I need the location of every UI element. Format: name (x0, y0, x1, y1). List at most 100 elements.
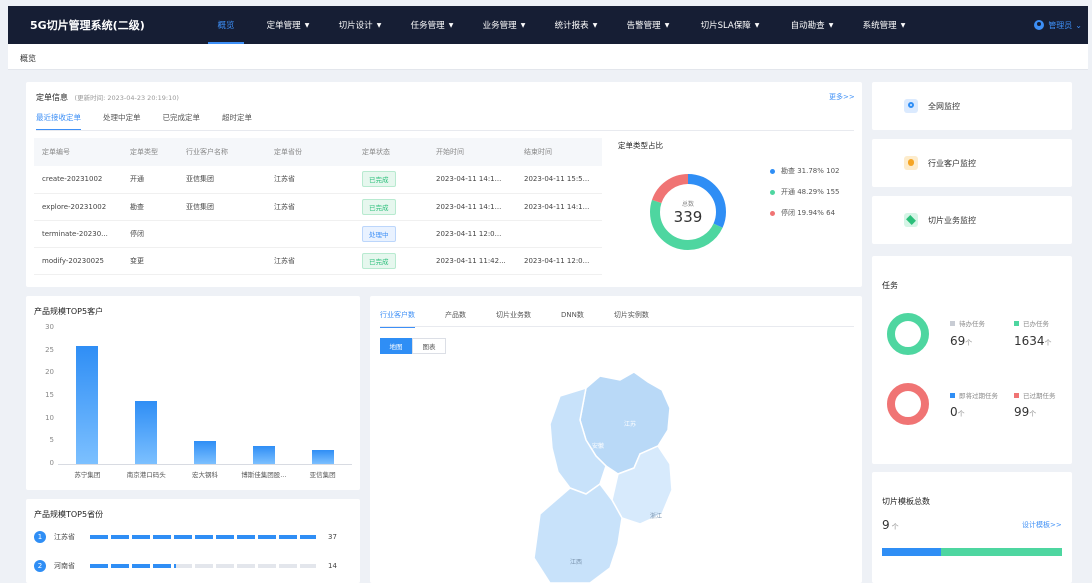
bar[interactable] (76, 346, 99, 464)
side-item-customer-monitor[interactable]: 行业客户监控 (872, 139, 1072, 187)
list-item[interactable]: 1 江苏省 37 (34, 530, 354, 544)
table-cell: 已完成 (354, 193, 428, 221)
table-row[interactable]: create-20231002 开通 亚信集团 江苏省 已完成 2023-04-11 14… (34, 166, 602, 194)
bar[interactable] (311, 450, 334, 464)
table-cell: modify-20230025 (34, 247, 122, 275)
chevron-down-icon: ▼ (664, 21, 670, 29)
table-cell (178, 247, 266, 275)
more-link[interactable]: 更多>> (829, 92, 855, 102)
expiring-value: 0个 (950, 405, 965, 419)
map-view-button[interactable]: 地图 (380, 338, 412, 354)
province-value: 14 (328, 562, 337, 570)
province-bar-fill (90, 564, 176, 568)
main-nav: 概览 定单管理 ▼ 切片设计 ▼ 任务管理 ▼ 业务管理 ▼ 统计报表 ▼ 告警管理 ▼ 切片SLA保障 ▼… (200, 6, 920, 44)
list-item[interactable]: 2 河南省 14 (34, 559, 354, 573)
table-cell: 处理中 (354, 220, 428, 248)
table-cell: 亚信集团 (178, 193, 266, 221)
nav-item-9[interactable]: 系统管理 ▼ (848, 6, 920, 44)
table-cell: 江苏省 (266, 247, 354, 275)
user-menu[interactable]: 管理员 ⌄ (1034, 6, 1082, 44)
expired-value: 99个 (1014, 405, 1037, 419)
table-cell: 2023-04-11 11:42... (428, 247, 516, 275)
chevron-down-icon: ▼ (592, 21, 598, 29)
table-body: create-20231002 开通 亚信集团 江苏省 已完成 2023-04-11 14… (34, 166, 602, 275)
tasks-ring-done (887, 313, 929, 355)
breadcrumb-bar: 概览 (8, 44, 1088, 70)
donut-total: 339 (674, 208, 703, 226)
column-header: 定单类型 (122, 138, 178, 166)
done-label: 已办任务 (1014, 318, 1049, 328)
nav-label: 统计报表 (554, 21, 589, 31)
monitor-icon (904, 99, 918, 113)
chevron-down-icon: ▼ (754, 21, 760, 29)
nav-item-3[interactable]: 任务管理 ▼ (396, 6, 468, 44)
nav-label: 切片SLA保障 (700, 21, 751, 31)
x-tick-label: 宏大钢科 (192, 471, 218, 479)
nav-label: 告警管理 (626, 21, 661, 31)
status-badge: 已完成 (362, 171, 396, 188)
nav-item-4[interactable]: 业务管理 ▼ (468, 6, 540, 44)
nav-label: 系统管理 (862, 21, 897, 31)
tab-processing[interactable]: 处理中定单 (103, 112, 141, 131)
x-tick-label: 博斯佳集团股... (241, 471, 287, 479)
side-item-slice-monitor[interactable]: 切片业务监控 (872, 196, 1072, 244)
rank-badge: 1 (34, 531, 46, 543)
region-jiangxi[interactable] (533, 482, 623, 583)
nav-label: 自动勘查 (790, 21, 825, 31)
breadcrumb[interactable]: 概览 (20, 53, 36, 64)
nav-label: 任务管理 (410, 21, 445, 31)
orders-title: 定单信息 (更新时间: 2023-04-23 20:19:10) (36, 93, 179, 102)
map-label: 安徽 (592, 442, 604, 450)
chevron-down-icon: ⌄ (1075, 20, 1082, 30)
tabs-divider (36, 130, 854, 131)
x-tick-label: 亚信集团 (309, 471, 336, 479)
expiring-label: 即将过期任务 (950, 390, 998, 400)
table-cell: 2023-04-11 14:1... (428, 193, 516, 221)
nav-item-1[interactable]: 定单管理 ▼ (252, 6, 324, 44)
table-cell: 2023-04-11 15:5... (516, 166, 602, 194)
rank-badge: 2 (34, 560, 46, 572)
table-cell (266, 220, 354, 248)
province-map: 江苏 安徽 浙江 江西 (533, 371, 673, 583)
nav-item-0[interactable]: 概览 (200, 6, 252, 44)
chart-view-button[interactable]: 图表 (412, 338, 446, 354)
nav-item-5[interactable]: 统计报表 ▼ (540, 6, 612, 44)
table-cell (516, 220, 602, 248)
legend-item-open: 开通 48.29% 155 (770, 187, 840, 197)
table-cell: 江苏省 (266, 166, 354, 194)
x-tick-label: 南京港口码头 (126, 471, 166, 479)
legend-item-close: 停闭 19.94% 64 (770, 208, 835, 218)
table-row[interactable]: terminate-20230... 停闭 处理中 2023-04-11 12:0..… (34, 220, 602, 248)
table-row[interactable]: explore-20231002 勘查 亚信集团 江苏省 已完成 2023-04-11 1… (34, 193, 602, 221)
map-card: 行业客户数 产品数 切片业务数 DNN数 切片实例数 地图 图表 江苏 安徽 浙… (370, 296, 862, 583)
tasks-ring-expired (887, 383, 929, 425)
order-type-title: 定单类型占比 (618, 141, 663, 150)
templates-progress (882, 548, 1062, 556)
bar[interactable] (252, 445, 275, 464)
nav-label: 概览 (217, 21, 235, 31)
nav-item-2[interactable]: 切片设计 ▼ (324, 6, 396, 44)
tab-timeout[interactable]: 超时定单 (222, 112, 252, 131)
tab-completed[interactable]: 已完成定单 (163, 112, 201, 131)
legend-dot (770, 210, 775, 216)
nav-item-7[interactable]: 切片SLA保障 ▼ (684, 6, 776, 44)
app-title: 5G切片管理系统(二级) (30, 19, 145, 32)
province-bar-fill (90, 535, 316, 539)
done-value: 1634个 (1014, 334, 1052, 348)
templates-count: 9个 (882, 518, 899, 532)
y-tick-label: 5 (49, 436, 54, 445)
design-template-link[interactable]: 设计模板>> (1022, 520, 1062, 530)
table-cell: 江苏省 (266, 193, 354, 221)
bar[interactable] (135, 400, 158, 464)
y-tick-label: 10 (45, 413, 54, 422)
y-tick-label: 25 (45, 345, 54, 354)
tab-recent[interactable]: 最近接收定单 (36, 112, 81, 131)
table-row[interactable]: modify-20230025 变更 江苏省 已完成 2023-04-11 11:42.… (34, 247, 602, 275)
order-type-donut: 总数 339 (650, 174, 726, 250)
nav-item-6[interactable]: 告警管理 ▼ (612, 6, 684, 44)
table-cell: 2023-04-11 12:0... (516, 247, 602, 275)
bar[interactable] (194, 441, 216, 464)
side-item-network-monitor[interactable]: 全网监控 (872, 82, 1072, 130)
provinces-title: 产品规模TOP5省份 (34, 510, 104, 519)
nav-item-8[interactable]: 自动勘查 ▼ (776, 6, 848, 44)
